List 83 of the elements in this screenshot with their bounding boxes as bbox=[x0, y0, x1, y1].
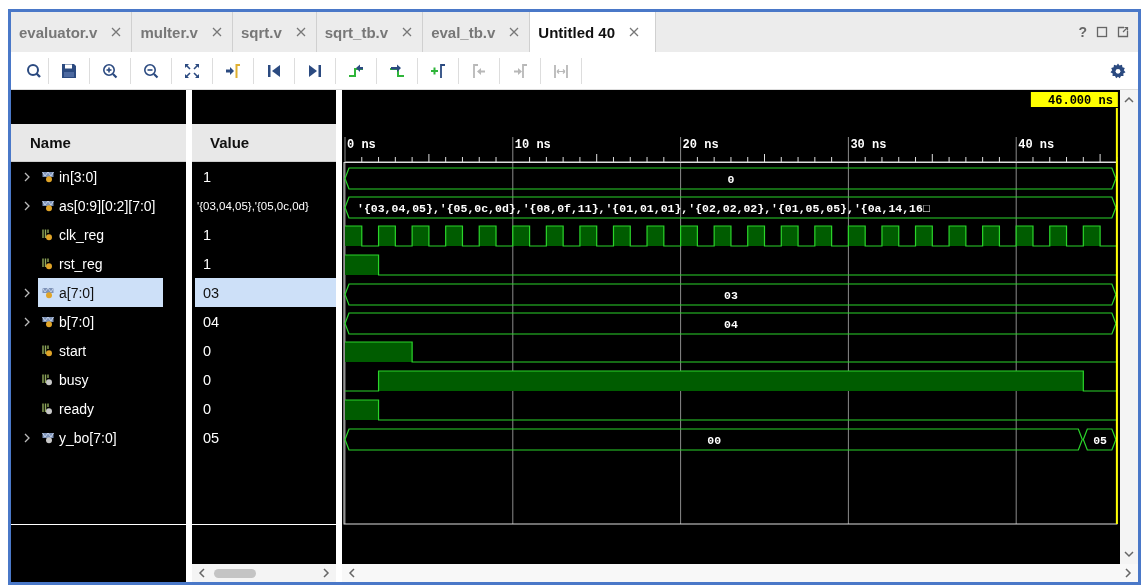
zoom-out-icon[interactable] bbox=[143, 62, 159, 79]
caret-icon[interactable] bbox=[23, 170, 31, 183]
signal-name[interactable]: in[3:0] bbox=[38, 162, 163, 191]
signal-name[interactable]: y_bo[7:0] bbox=[38, 423, 163, 452]
scroll-up-icon[interactable] bbox=[1123, 96, 1135, 104]
zoom-in-icon[interactable] bbox=[102, 62, 118, 79]
bus-value: 0 bbox=[727, 173, 735, 186]
bus-value: 00 bbox=[707, 434, 722, 447]
close-icon[interactable] bbox=[629, 27, 640, 37]
maximize-icon[interactable] bbox=[1096, 26, 1108, 38]
bus-value: 03 bbox=[724, 289, 738, 302]
time-label: 10 ns bbox=[514, 138, 551, 152]
time-label: 20 ns bbox=[682, 138, 719, 152]
column-header[interactable]: Name bbox=[11, 124, 186, 162]
signal-name[interactable]: busy bbox=[38, 365, 163, 394]
editor-tab[interactable]: multer.v bbox=[132, 12, 233, 52]
skip-start-icon[interactable] bbox=[266, 62, 282, 79]
bus-value: '{03,04,05},'{05,0c,0d},'{08,0f,11},'{01,01,01},'{02,02,02},'{01,05,05},'{0a,14,16□ bbox=[357, 202, 930, 215]
skip-end-icon[interactable] bbox=[307, 62, 323, 79]
signal-name[interactable]: ready bbox=[38, 394, 163, 423]
scroll-left-icon[interactable] bbox=[198, 567, 206, 579]
signal-value: 0 bbox=[202, 341, 213, 361]
close-icon[interactable] bbox=[111, 27, 122, 37]
scrollbar-thumb[interactable] bbox=[214, 568, 256, 578]
column-header[interactable]: Value bbox=[192, 124, 336, 162]
editor-tab[interactable]: sqrt.v bbox=[232, 12, 317, 52]
time-label: 0 ns bbox=[347, 138, 376, 152]
bus-signal-icon bbox=[42, 170, 54, 183]
signal-name[interactable]: as[0:9][0:2][7:0] bbox=[38, 191, 163, 220]
caret-icon[interactable] bbox=[23, 431, 31, 444]
signal-value: 05 bbox=[202, 428, 221, 448]
bus-signal-icon bbox=[42, 286, 54, 299]
fit-icon[interactable] bbox=[184, 62, 200, 79]
cursor-time-badge: 46.000 ns bbox=[1030, 92, 1118, 108]
time-label: 40 ns bbox=[1018, 138, 1055, 152]
search-icon[interactable] bbox=[25, 62, 42, 79]
close-icon[interactable] bbox=[295, 27, 306, 37]
bit-signal-icon bbox=[42, 228, 54, 241]
next-edge-icon[interactable] bbox=[389, 62, 405, 79]
signal-value: '{03,04,05},'{05,0c,0d} bbox=[196, 198, 310, 214]
bit-signal-icon bbox=[42, 344, 54, 357]
close-icon[interactable] bbox=[211, 27, 222, 37]
caret-icon[interactable] bbox=[23, 199, 31, 212]
settings-icon[interactable] bbox=[1110, 62, 1126, 79]
editor-tab[interactable]: evaluator.v bbox=[11, 12, 133, 52]
bus-value: 04 bbox=[724, 318, 738, 331]
signal-name[interactable]: start bbox=[38, 336, 163, 365]
signal-value: 0 bbox=[202, 370, 213, 390]
caret-icon[interactable] bbox=[23, 315, 31, 328]
signal-value: 04 bbox=[202, 312, 221, 332]
signal-name[interactable]: b[7:0] bbox=[38, 307, 163, 336]
signal-name[interactable]: clk_reg bbox=[38, 220, 163, 249]
previous-edge-icon[interactable] bbox=[348, 62, 364, 79]
signal-name[interactable]: a[7:0] bbox=[38, 278, 163, 307]
help-button[interactable]: ? bbox=[1078, 24, 1087, 40]
signal-value: 03 bbox=[195, 278, 336, 307]
scroll-right-icon[interactable] bbox=[322, 567, 330, 579]
save-icon[interactable] bbox=[61, 62, 77, 79]
signal-name[interactable]: rst_reg bbox=[38, 249, 163, 278]
editor-tab[interactable]: sqrt_tb.v bbox=[316, 12, 424, 52]
close-icon[interactable] bbox=[402, 27, 413, 37]
bit-signal-icon bbox=[42, 402, 54, 415]
bus-signal-icon bbox=[42, 199, 54, 212]
scroll-left-icon[interactable] bbox=[348, 567, 356, 579]
bus-signal-icon bbox=[42, 315, 54, 328]
editor-tab[interactable]: Untitled 40 bbox=[530, 12, 657, 52]
signal-value: 0 bbox=[202, 399, 213, 419]
bus-signal-icon bbox=[42, 431, 54, 444]
scroll-down-icon[interactable] bbox=[1123, 550, 1135, 558]
time-label: 30 ns bbox=[850, 138, 887, 152]
signal-value: 1 bbox=[202, 225, 213, 245]
float-window-icon[interactable] bbox=[1117, 26, 1129, 38]
cursor-arrow-icon[interactable] bbox=[225, 62, 241, 79]
signal-value: 1 bbox=[202, 167, 213, 187]
time-cursor[interactable] bbox=[1115, 107, 1118, 525]
bus-value: 05 bbox=[1093, 434, 1107, 447]
add-marker-icon[interactable] bbox=[430, 62, 446, 79]
close-icon[interactable] bbox=[509, 27, 520, 37]
scroll-right-icon[interactable] bbox=[1124, 567, 1132, 579]
bit-signal-icon bbox=[42, 257, 54, 270]
bit-signal-icon bbox=[42, 373, 54, 386]
caret-icon[interactable] bbox=[23, 286, 31, 299]
signal-value: 1 bbox=[202, 254, 213, 274]
